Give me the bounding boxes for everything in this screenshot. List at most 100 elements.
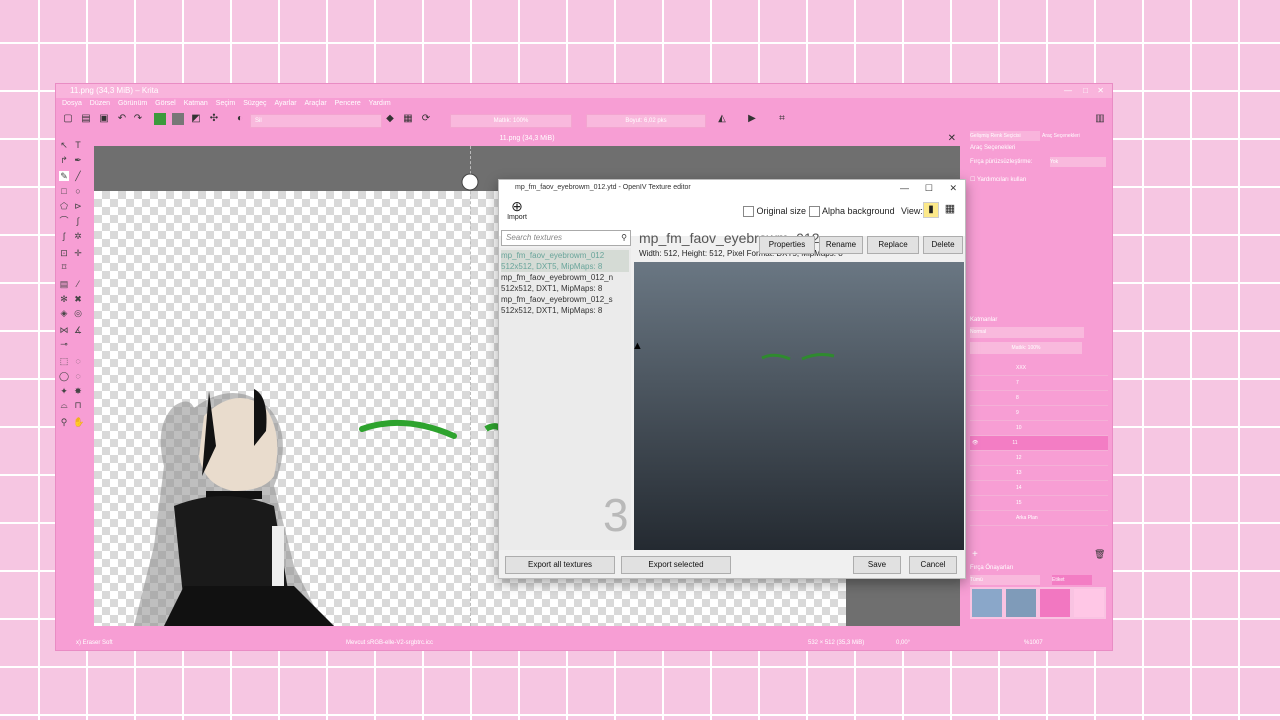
texture-item[interactable]: mp_fm_faov_eyebrowm_012_s 512x512, DXT1,… — [501, 294, 629, 316]
assistants-checkbox[interactable]: ☐ Yardımcıları kullan — [970, 175, 1026, 185]
color-picker-icon[interactable]: ⁄ — [73, 279, 83, 289]
brush-preset-thumb[interactable] — [972, 589, 1002, 617]
texture-item[interactable]: mp_fm_faov_eyebrowm_012 512x512, DXT5, M… — [501, 250, 629, 272]
layer-row[interactable]: 9 — [970, 406, 1108, 421]
opacity-slider[interactable]: Matlık: 100% — [450, 114, 572, 128]
text-tool-icon[interactable]: T — [73, 140, 83, 150]
save-button[interactable]: Save — [853, 556, 901, 574]
presets-tag-select[interactable]: Etiket — [1052, 575, 1092, 585]
mirror-vertical-icon[interactable]: ▶ — [746, 113, 758, 125]
presets-filter-select[interactable]: Tümü — [970, 575, 1040, 585]
layer-opacity-slider[interactable]: Matlık: 100% — [970, 342, 1082, 354]
export-all-button[interactable]: Export all textures — [505, 556, 615, 574]
tab-color-selector[interactable]: Gelişmiş Renk Seçicisi — [970, 131, 1040, 141]
tab-tool-options[interactable]: Araç Seçenekleri — [1042, 131, 1106, 141]
properties-button[interactable]: Properties — [759, 236, 815, 254]
brush-preset-thumb[interactable] — [1074, 589, 1104, 617]
close-icon[interactable]: ✕ — [1097, 84, 1104, 98]
fill-tool-icon[interactable]: ◈ — [59, 308, 69, 318]
ruler-tool-icon[interactable]: ∡ — [73, 325, 83, 335]
colors-icon[interactable]: ◩ — [190, 113, 202, 125]
zoom-tool-icon[interactable]: ⚲ — [59, 417, 69, 427]
freehand-path-icon[interactable]: ∫ — [73, 216, 83, 226]
save-icon[interactable]: ▣ — [98, 113, 110, 125]
assistant-tool-icon[interactable]: ✖ — [73, 294, 83, 304]
delete-button[interactable]: Delete — [923, 236, 963, 254]
status-rotation[interactable]: 0,00° — [896, 637, 910, 649]
menu-help[interactable]: Yardım — [369, 100, 391, 107]
crop-icon[interactable]: ⌗ — [776, 113, 788, 125]
layer-row[interactable]: 15 — [970, 496, 1108, 511]
multibrush-icon[interactable]: ✲ — [73, 231, 83, 241]
transform-tool-icon[interactable]: ⌑ — [59, 262, 69, 272]
menu-file[interactable]: Dosya — [62, 100, 82, 107]
blend-mode-select[interactable]: Normal — [970, 327, 1084, 338]
smoothing-select[interactable]: Yok — [1050, 157, 1106, 167]
alpha-background-checkbox[interactable]: Alpha background — [809, 206, 895, 218]
lasso-select-icon[interactable]: ◯ — [59, 371, 69, 381]
menu-window[interactable]: Pencere — [335, 100, 361, 107]
new-file-icon[interactable]: ▢ — [62, 113, 74, 125]
cancel-button[interactable]: Cancel — [909, 556, 957, 574]
mirror-horizontal-icon[interactable]: ◭ — [716, 113, 728, 125]
line-tool-icon[interactable]: ╱ — [73, 171, 83, 181]
brush-preset-thumb[interactable] — [1006, 589, 1036, 617]
menu-image[interactable]: Görsel — [155, 100, 176, 107]
search-textures-input[interactable]: Search textures ⚲ — [501, 230, 631, 246]
bezier-tool-icon[interactable]: ⌒ — [59, 216, 69, 226]
color-select-icon[interactable]: ✸ — [73, 386, 83, 396]
texture-item[interactable]: mp_fm_faov_eyebrowm_012_n 512x512, DXT1,… — [501, 272, 629, 294]
pan-tool-icon[interactable]: ✋ — [73, 417, 84, 427]
menu-filter[interactable]: Süzgeç — [243, 100, 266, 107]
eraser-icon[interactable]: ◆ — [384, 113, 396, 125]
gradient-tool-icon[interactable]: ▤ — [59, 279, 69, 289]
layer-row[interactable]: 10 — [970, 421, 1108, 436]
layer-row[interactable]: 12 — [970, 451, 1108, 466]
ellipse-select-icon[interactable]: ◌ — [73, 356, 83, 366]
menu-layer[interactable]: Katman — [184, 100, 208, 107]
delete-layer-icon[interactable]: 🗑 — [1094, 549, 1105, 560]
original-size-checkbox[interactable]: Original size — [743, 206, 806, 218]
calligraphy-icon[interactable]: ✒ — [73, 155, 83, 165]
maximize-icon[interactable]: □ — [1083, 84, 1088, 98]
layer-row[interactable]: Arka Plan — [970, 511, 1108, 526]
dynamic-brush-icon[interactable]: ʃ — [59, 231, 69, 241]
menu-view[interactable]: Görünüm — [118, 100, 147, 107]
edit-shape-icon[interactable]: ↱ — [59, 155, 69, 165]
measure-tool-icon[interactable]: ⋈ — [59, 325, 69, 335]
pattern-icon[interactable] — [172, 113, 184, 125]
close-document-icon[interactable]: ✕ — [948, 132, 956, 146]
smart-patch-icon[interactable]: ✻ — [59, 294, 69, 304]
import-button[interactable]: ⊕ Import — [507, 198, 527, 221]
brush-tool-icon[interactable]: ✎ — [59, 171, 69, 181]
magnetic-select-icon[interactable]: ⊓ — [73, 400, 83, 410]
brush-preset-icon[interactable]: ◐ — [234, 113, 246, 125]
polygon-tool-icon[interactable]: ⬠ — [59, 201, 69, 211]
maximize-icon[interactable]: ☐ — [925, 180, 933, 196]
size-slider[interactable]: Boyut: 6,02 pks — [586, 114, 706, 128]
replace-button[interactable]: Replace — [867, 236, 919, 254]
ellipse-tool-icon[interactable]: ○ — [73, 186, 83, 196]
magic-wand-icon[interactable]: ✦ — [59, 386, 69, 396]
poly-select-icon[interactable]: ◌ — [73, 371, 83, 381]
grid-view-icon[interactable]: ▦ — [943, 202, 957, 216]
bezier-select-icon[interactable]: ⌓ — [59, 400, 69, 410]
enclose-fill-icon[interactable]: ◎ — [73, 308, 83, 318]
rect-select-icon[interactable]: ⬚ — [59, 356, 69, 366]
minimize-icon[interactable]: — — [900, 180, 909, 196]
brush-preset-field[interactable]: Sil — [250, 114, 382, 128]
document-tab[interactable]: 11.png (34,3 MiB) ✕ — [94, 132, 960, 146]
brush-preset-thumb[interactable] — [1040, 589, 1070, 617]
export-selected-button[interactable]: Export selected — [621, 556, 731, 574]
reload-icon[interactable]: ⟳ — [420, 113, 432, 125]
menu-edit[interactable]: Düzen — [90, 100, 110, 107]
layer-row-selected[interactable]: 👁 11 — [970, 436, 1108, 451]
layer-row[interactable]: 14 — [970, 481, 1108, 496]
rename-button[interactable]: Rename — [819, 236, 863, 254]
layer-row[interactable]: 13 — [970, 466, 1108, 481]
polyline-tool-icon[interactable]: ⊳ — [73, 201, 83, 211]
layer-row[interactable]: 8 — [970, 391, 1108, 406]
visibility-eye-icon[interactable]: 👁 — [972, 440, 978, 446]
redo-icon[interactable]: ↷ — [132, 113, 144, 125]
reference-tool-icon[interactable]: ⊸ — [59, 339, 69, 349]
